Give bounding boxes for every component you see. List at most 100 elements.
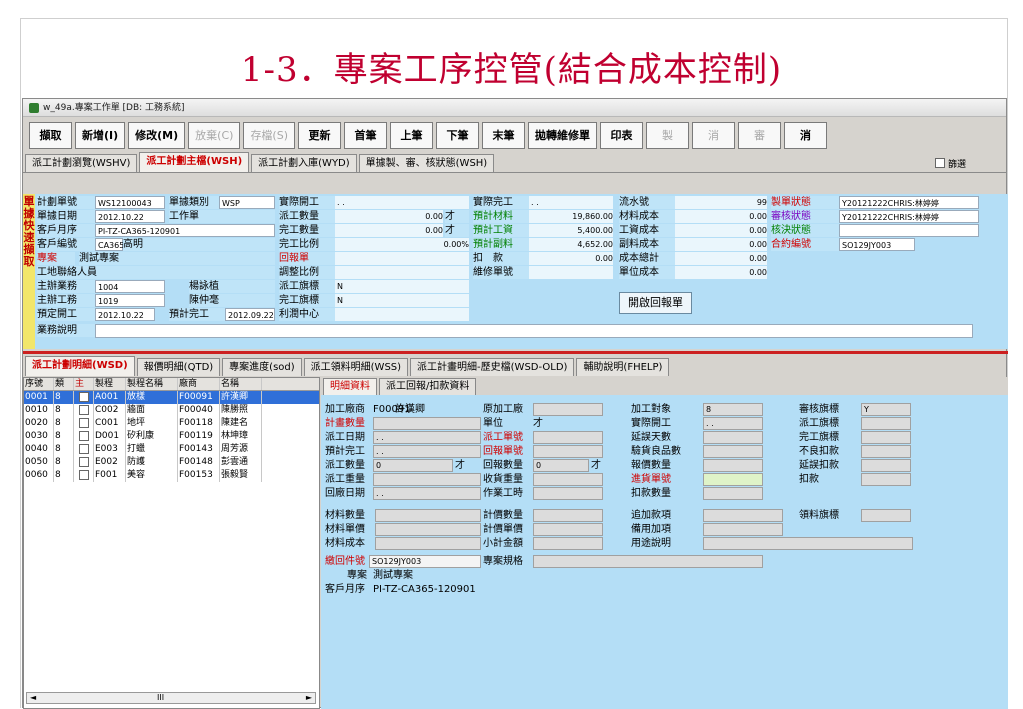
subtotal-field[interactable] [533,537,603,550]
tab-help[interactable]: 輔助說明(FHELP) [576,358,670,376]
doc-date-field[interactable]: 2012.10.22 [95,210,165,223]
table-row[interactable]: 0040 8 E003 打蠟 F00143 周芳源 [24,443,319,456]
extra-field[interactable] [703,509,783,522]
doc-status-field[interactable]: Y20121222CHRIS:林婷婷 [839,196,979,209]
unit-cost-field[interactable]: 0.00 [675,266,767,279]
target-field[interactable]: 8 [703,403,763,416]
usage-field[interactable] [703,537,913,550]
delay-deduct-field[interactable] [861,459,911,472]
col-type[interactable]: 類 [54,378,74,390]
return-doc-field[interactable] [335,252,469,265]
col-vendor-name[interactable]: 名稱 [220,378,262,390]
save-button[interactable]: 存檔(S) [243,121,296,149]
complete-flag-field[interactable]: N [335,294,469,307]
defect-qty-field[interactable] [703,459,763,472]
col-seq[interactable]: 序號 [24,378,54,390]
add-button[interactable]: 新增(I) [75,121,126,149]
tab-status[interactable]: 單據製、審、核狀態(WSH) [358,154,495,172]
defect-deduct-field[interactable] [861,445,911,458]
main-checkbox[interactable] [79,457,89,467]
est-finish-field[interactable]: . . [373,445,481,458]
print-button[interactable]: 印表 [600,121,644,149]
engineer-code-field[interactable]: 1019 [95,294,165,307]
plan-no-field[interactable]: WS12100043 [95,196,165,209]
col-vendor[interactable]: 廠商 [178,378,220,390]
adjust-ratio-field[interactable] [335,266,469,279]
sub-cost-field[interactable]: 0.00 [675,238,767,251]
actual-start-field[interactable]: . . [703,417,763,430]
tab-quote-detail[interactable]: 報價明細(QTD) [136,358,221,376]
open-report-button[interactable]: 開啟回報單 [619,292,692,314]
repair-no-field[interactable] [529,266,613,279]
first-record-button[interactable]: 首筆 [344,121,388,149]
table-row[interactable]: 0030 8 D001 矽利康 F00119 林坤璋 [24,430,319,443]
notes-field[interactable] [95,324,973,338]
main-checkbox[interactable] [79,444,89,454]
dispatch-qty-field[interactable]: 0.00 [335,210,443,223]
planned-start-field[interactable]: 2012.10.22 [95,308,155,321]
col-process-name[interactable]: 製程名稱 [126,378,178,390]
table-row[interactable]: 0060 8 F001 美容 F00153 張毅賢 [24,469,319,482]
tab-master[interactable]: 派工計劃主檔(WSH) [139,152,250,172]
doc-type-field[interactable]: WSP [219,196,275,209]
dispatch-qty-field[interactable]: 0 [373,459,453,472]
plan-qty-field[interactable] [373,417,481,430]
make-button[interactable]: 製 [646,121,690,149]
receive-weight-field[interactable] [533,473,603,486]
main-checkbox[interactable] [79,418,89,428]
contract-no-field[interactable]: SO129JY003 [839,238,915,251]
cancel-button[interactable]: 放棄(C) [188,121,241,149]
cust-order-field[interactable]: PI-TZ-CA365-120901 [95,224,275,237]
planned-finish-field[interactable]: 2012.09.22 [225,308,275,321]
last-record-button[interactable]: 末筆 [482,121,526,149]
table-row[interactable]: 0050 8 E002 防護 F00148 彭雲通 [24,456,319,469]
report-no-field[interactable] [533,445,603,458]
transfer-repair-button[interactable]: 拋轉維修單 [528,121,598,149]
tab-stock-in[interactable]: 派工計劃入庫(WYD) [251,154,357,172]
main-checkbox[interactable] [79,470,89,480]
tab-history[interactable]: 派工計畫明細-歷史檔(WSD-OLD) [410,358,575,376]
filter-check-icon[interactable] [934,158,945,168]
complete-qty-field[interactable]: 0.00 [335,224,443,237]
tab-browse[interactable]: 派工計劃瀏覽(WSHV) [25,154,138,172]
material-qty-field[interactable] [375,509,481,522]
review-status-field[interactable]: Y20121222CHRIS:林婷婷 [839,210,979,223]
filter-checkbox[interactable]: 篩選 [934,154,966,172]
est-labor-field[interactable]: 5,400.00 [529,224,613,237]
work-order-field[interactable] [533,431,603,444]
project-spec-field[interactable] [533,555,763,568]
delay-days-field[interactable] [703,431,763,444]
material-cost-field[interactable]: 0.00 [675,210,767,223]
return-date-field[interactable]: . . [373,487,481,500]
main-checkbox[interactable] [79,431,89,441]
next-record-button[interactable]: 下筆 [436,121,480,149]
tab-detail-data[interactable]: 明細資料 [323,378,377,395]
table-row[interactable]: 0001 8 A001 放樣 F00091 許漢卿 [24,391,319,404]
table-row[interactable]: 0010 8 C002 牆面 F00040 陳勝照 [24,404,319,417]
orig-vendor-field[interactable] [533,403,603,416]
actual-start-field[interactable]: . . [335,196,469,209]
deduct-field[interactable] [861,473,911,486]
dispatch-weight-field[interactable] [373,473,481,486]
scroll-left-icon[interactable]: ◄ [30,693,36,703]
cancel-review-button[interactable]: 消 [784,121,828,149]
col-process[interactable]: 製程 [94,378,126,390]
review-button[interactable]: 審 [738,121,782,149]
est-sub-field[interactable]: 4,652.00 [529,238,613,251]
tab-plan-detail[interactable]: 派工計劃明細(WSD) [25,356,135,376]
refresh-button[interactable]: 更新 [298,121,342,149]
col-main[interactable]: 主 [74,378,94,390]
deduct-field[interactable]: 0.00 [529,252,613,265]
grid-scrollbar[interactable]: ◄ III ► [26,692,316,704]
material-price-field[interactable] [375,523,481,536]
return-doc-field[interactable]: SO129JY003 [369,555,481,568]
price-qty-field[interactable] [533,509,603,522]
deduct-qty-field[interactable] [703,487,763,500]
reserve-field[interactable] [703,523,783,536]
prev-record-button[interactable]: 上筆 [390,121,434,149]
report-qty-field[interactable]: 0 [533,459,589,472]
complete-flag-field[interactable] [861,431,911,444]
cust-code-field[interactable]: CA365 [95,238,124,251]
fetch-button[interactable]: 擷取 [29,121,72,149]
dispatch-flag-field[interactable] [861,417,911,430]
